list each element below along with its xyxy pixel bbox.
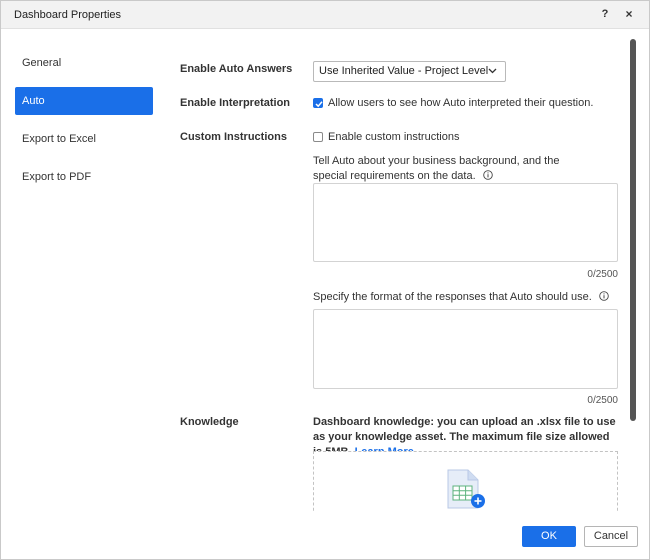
close-button[interactable]: ×	[621, 6, 637, 22]
help-button[interactable]: ?	[597, 6, 613, 22]
ok-button[interactable]: OK	[522, 526, 576, 547]
dialog-title: Dashboard Properties	[14, 9, 122, 21]
content-scrollbar[interactable]	[630, 39, 636, 421]
business-background-textarea[interactable]	[313, 183, 618, 262]
business-background-char-count: 0/2500	[587, 269, 618, 280]
info-icon[interactable]	[599, 291, 609, 301]
title-bar: Dashboard Properties ? ×	[1, 1, 649, 29]
interpretation-label: Enable Interpretation	[180, 97, 291, 109]
auto-answers-label: Enable Auto Answers	[180, 63, 293, 75]
chevron-down-icon	[488, 64, 497, 85]
info-icon[interactable]	[482, 170, 493, 180]
dashboard-properties-dialog: Dashboard Properties ? × General Auto Ex…	[0, 0, 650, 560]
checkmark-icon	[315, 101, 323, 108]
spreadsheet-upload-icon	[447, 469, 485, 509]
custom-instructions-checkbox[interactable]	[313, 132, 323, 142]
sidebar-item-export-excel[interactable]: Export to Excel	[15, 125, 153, 153]
response-format-textarea[interactable]	[313, 309, 618, 389]
interpretation-checkbox-row[interactable]: Allow users to see how Auto interpreted …	[313, 97, 593, 109]
custom-instructions-checkbox-label: Enable custom instructions	[328, 131, 460, 143]
auto-settings-panel: Enable Auto Answers Use Inherited Value …	[161, 41, 627, 511]
auto-answers-select[interactable]: Use Inherited Value - Project Level	[313, 61, 506, 82]
response-format-char-count: 0/2500	[587, 395, 618, 406]
sidebar-item-export-pdf[interactable]: Export to PDF	[15, 163, 153, 191]
custom-instructions-checkbox-row[interactable]: Enable custom instructions	[313, 131, 459, 143]
interpretation-checkbox-label: Allow users to see how Auto interpreted …	[328, 97, 594, 109]
custom-instructions-label: Custom Instructions	[180, 131, 287, 143]
response-format-prompt-text: Specify the format of the responses that…	[313, 291, 592, 303]
knowledge-label: Knowledge	[180, 416, 239, 428]
knowledge-upload-dropzone[interactable]	[313, 451, 618, 511]
cancel-button[interactable]: Cancel	[584, 526, 638, 547]
response-format-prompt: Specify the format of the responses that…	[313, 290, 618, 305]
business-background-prompt-text: Tell Auto about your business background…	[313, 155, 560, 182]
sidebar-nav: General Auto Export to Excel Export to P…	[15, 49, 153, 201]
sidebar-item-auto[interactable]: Auto	[15, 87, 153, 115]
sidebar-item-general[interactable]: General	[15, 49, 153, 77]
interpretation-checkbox[interactable]	[313, 98, 323, 108]
business-background-prompt: Tell Auto about your business background…	[313, 154, 583, 184]
dialog-footer: OK Cancel	[1, 511, 649, 559]
auto-answers-selected-value: Use Inherited Value - Project Level	[319, 65, 489, 77]
